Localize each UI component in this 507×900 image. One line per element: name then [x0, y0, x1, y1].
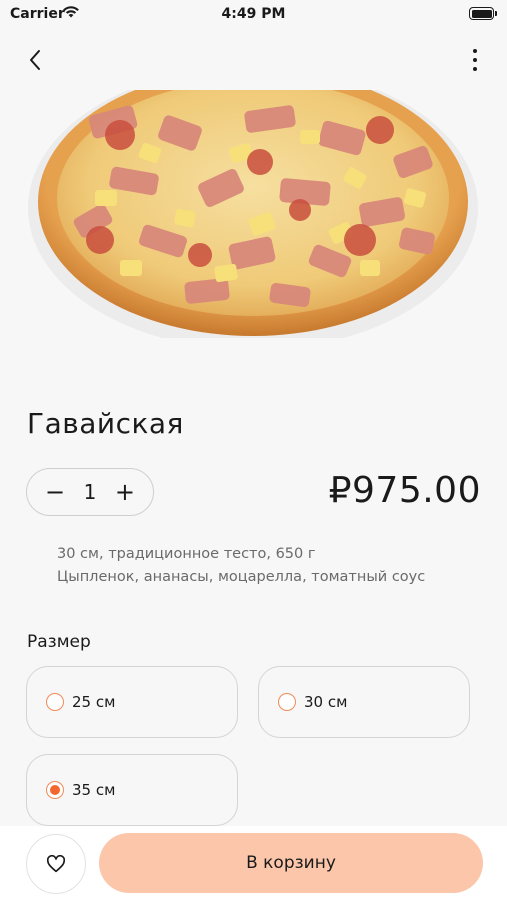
more-dot-icon — [473, 49, 477, 53]
size-option-label: 30 см — [304, 693, 348, 711]
product-image — [0, 90, 507, 338]
decrease-quantity-button[interactable]: − — [43, 480, 67, 504]
battery-icon — [469, 7, 497, 20]
description-line: 30 см, традиционное тесто, 650 г — [57, 546, 316, 562]
more-dot-icon — [473, 58, 477, 62]
quantity-stepper: − 1 + — [26, 468, 154, 516]
status-bar: Carrier 4:49 PM — [0, 0, 507, 30]
size-option-label: 35 см — [72, 781, 116, 799]
size-option-label: 25 см — [72, 693, 116, 711]
size-option-30[interactable]: 30 см — [258, 666, 470, 738]
back-button[interactable] — [20, 45, 50, 75]
chevron-left-icon — [30, 50, 40, 70]
size-option-25[interactable]: 25 см — [26, 666, 238, 738]
more-options-button[interactable] — [463, 45, 487, 75]
product-price: ₽975.00 — [328, 470, 481, 511]
product-description: 30 см, традиционное тесто, 650 г Цыплено… — [57, 543, 425, 589]
clock: 4:49 PM — [221, 6, 286, 22]
add-to-cart-button[interactable]: В корзину — [99, 833, 483, 893]
radio-checked-icon — [46, 781, 64, 799]
favorite-button[interactable] — [26, 834, 86, 894]
quantity-value: 1 — [83, 480, 97, 504]
radio-unchecked-icon — [278, 693, 296, 711]
size-section-label: Размер — [27, 632, 91, 652]
more-dot-icon — [473, 67, 477, 71]
description-line: Цыпленок, ананасы, моцарелла, томатный с… — [57, 569, 426, 585]
size-option-35[interactable]: 35 см — [26, 754, 238, 826]
increase-quantity-button[interactable]: + — [113, 480, 137, 504]
heart-icon — [46, 855, 66, 873]
radio-unchecked-icon — [46, 693, 64, 711]
product-title: Гавайская — [27, 407, 184, 440]
